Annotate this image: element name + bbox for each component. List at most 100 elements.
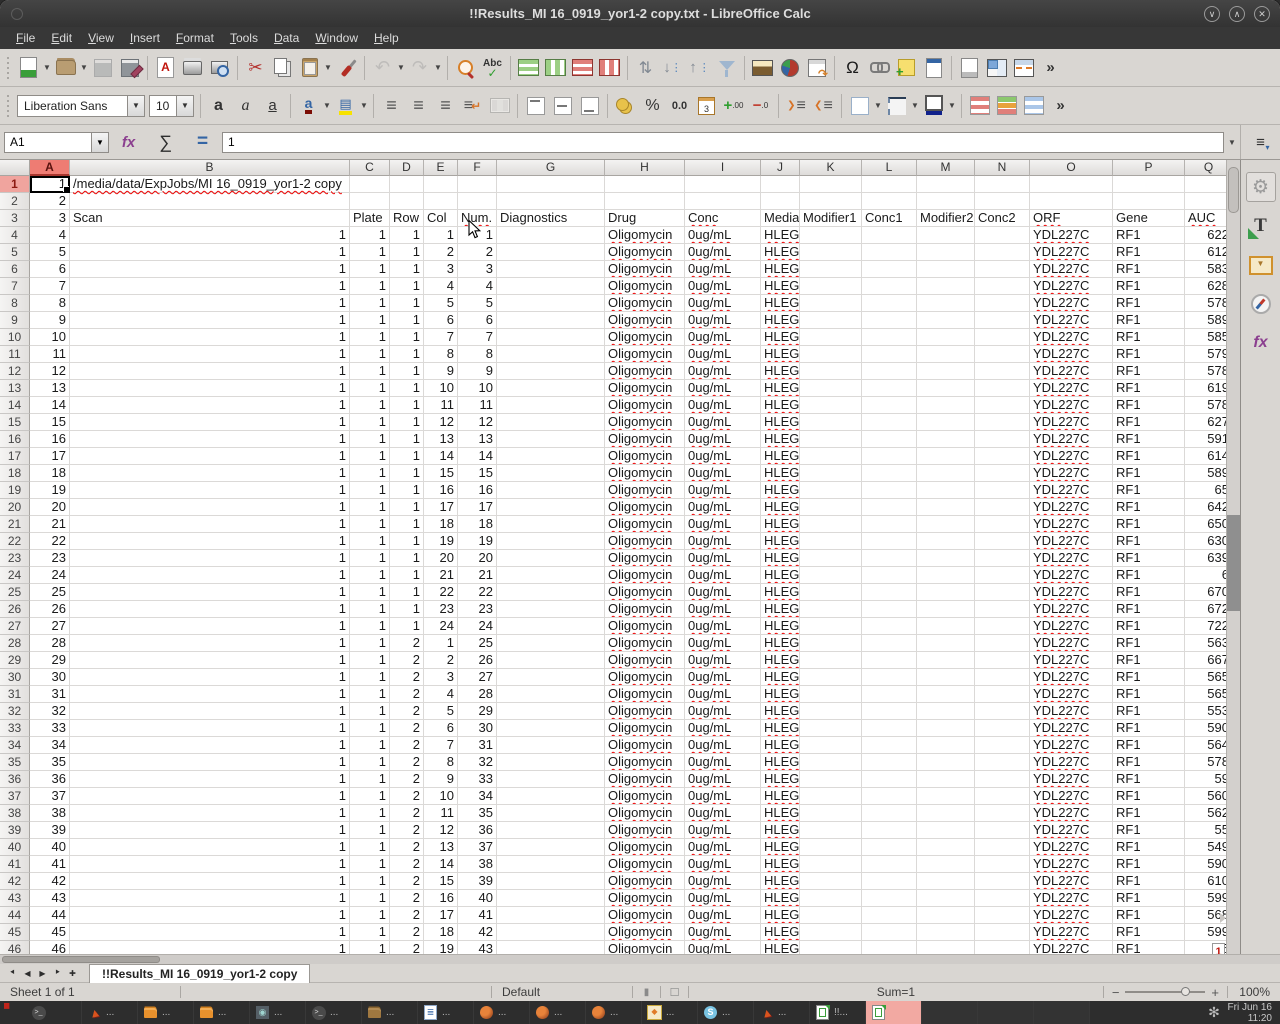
cell-D5[interactable]: 1 [390, 244, 424, 261]
cell-C28[interactable]: 1 [350, 635, 390, 652]
cell-J21[interactable]: HLEG [761, 516, 800, 533]
cell-H26[interactable]: Oligomycin [605, 601, 685, 618]
cell-L28[interactable] [862, 635, 917, 652]
cell-J35[interactable]: HLEG [761, 754, 800, 771]
cell-L35[interactable] [862, 754, 917, 771]
cell-C21[interactable]: 1 [350, 516, 390, 533]
cell-M18[interactable] [917, 465, 975, 482]
cell-I36[interactable]: 0ug/mL [685, 771, 761, 788]
cell-A46[interactable]: 46 [30, 941, 70, 954]
cell-F23[interactable]: 20 [458, 550, 497, 567]
cell-G19[interactable] [497, 482, 605, 499]
cell-K34[interactable] [800, 737, 862, 754]
cell-M46[interactable] [917, 941, 975, 954]
cell-D10[interactable]: 1 [390, 329, 424, 346]
cell-P35[interactable]: RF1 [1113, 754, 1185, 771]
cell-E39[interactable]: 12 [424, 822, 458, 839]
cell-C41[interactable]: 1 [350, 856, 390, 873]
cell-P20[interactable]: RF1 [1113, 499, 1185, 516]
cell-I44[interactable]: 0ug/mL [685, 907, 761, 924]
cell-C12[interactable]: 1 [350, 363, 390, 380]
cell-B4[interactable]: 1 [70, 227, 350, 244]
cell-M33[interactable] [917, 720, 975, 737]
cell-E1[interactable] [424, 176, 458, 193]
row-header-28[interactable]: 28 [0, 635, 30, 652]
cell-B22[interactable]: 1 [70, 533, 350, 550]
row-header-29[interactable]: 29 [0, 652, 30, 669]
first-sheet-icon[interactable]: ⯇ [6, 968, 19, 978]
cell-O39[interactable]: YDL227C [1030, 822, 1113, 839]
cell-K5[interactable] [800, 244, 862, 261]
cell-O22[interactable]: YDL227C [1030, 533, 1113, 550]
cell-A21[interactable]: 21 [30, 516, 70, 533]
row-header-16[interactable]: 16 [0, 431, 30, 448]
cell-H7[interactable]: Oligomycin [605, 278, 685, 295]
cell-F31[interactable]: 28 [458, 686, 497, 703]
cell-K2[interactable] [800, 193, 862, 210]
cell-H38[interactable]: Oligomycin [605, 805, 685, 822]
menu-window[interactable]: Window [307, 29, 366, 47]
cell-O7[interactable]: YDL227C [1030, 278, 1113, 295]
cell-O11[interactable]: YDL227C [1030, 346, 1113, 363]
cell-B39[interactable]: 1 [70, 822, 350, 839]
cell-O33[interactable]: YDL227C [1030, 720, 1113, 737]
cell-A12[interactable]: 12 [30, 363, 70, 380]
row-header-4[interactable]: 4 [0, 227, 30, 244]
taskbar-item-calc[interactable] [866, 1001, 922, 1024]
cell-G37[interactable] [497, 788, 605, 805]
cell-N32[interactable] [975, 703, 1030, 720]
cell-P41[interactable]: RF1 [1113, 856, 1185, 873]
cell-Q38[interactable]: 562 [1185, 805, 1226, 822]
cell-G26[interactable] [497, 601, 605, 618]
cell-K16[interactable] [800, 431, 862, 448]
cell-E25[interactable]: 22 [424, 584, 458, 601]
redo-icon[interactable] [406, 55, 433, 81]
cell-K7[interactable] [800, 278, 862, 295]
cell-H17[interactable]: Oligomycin [605, 448, 685, 465]
navigator-icon[interactable] [1246, 289, 1276, 319]
cell-I31[interactable]: 0ug/mL [685, 686, 761, 703]
cell-N8[interactable] [975, 295, 1030, 312]
cell-I34[interactable]: 0ug/mL [685, 737, 761, 754]
cell-G10[interactable] [497, 329, 605, 346]
cell-A8[interactable]: 8 [30, 295, 70, 312]
cell-M27[interactable] [917, 618, 975, 635]
cell-A33[interactable]: 33 [30, 720, 70, 737]
cell-F7[interactable]: 4 [458, 278, 497, 295]
cell-A25[interactable]: 25 [30, 584, 70, 601]
cell-G41[interactable] [497, 856, 605, 873]
cell-P10[interactable]: RF1 [1113, 329, 1185, 346]
cell-G27[interactable] [497, 618, 605, 635]
headers-footers-icon[interactable] [920, 55, 947, 81]
cell-I2[interactable] [685, 193, 761, 210]
cell-O45[interactable]: YDL227C [1030, 924, 1113, 941]
column-header-C[interactable]: C [350, 160, 390, 176]
cell-N3[interactable]: Conc2 [975, 210, 1030, 227]
cell-G45[interactable] [497, 924, 605, 941]
cut-icon[interactable] [242, 55, 269, 81]
cell-M29[interactable] [917, 652, 975, 669]
cell-L36[interactable] [862, 771, 917, 788]
cell-M34[interactable] [917, 737, 975, 754]
delete-column-icon[interactable] [596, 55, 623, 81]
cell-L20[interactable] [862, 499, 917, 516]
cell-M31[interactable] [917, 686, 975, 703]
cell-J11[interactable]: HLEG [761, 346, 800, 363]
cell-Q42[interactable]: 610 [1185, 873, 1226, 890]
cell-F11[interactable]: 8 [458, 346, 497, 363]
cell-K37[interactable] [800, 788, 862, 805]
chevron-down-icon[interactable]: ▼ [42, 55, 52, 81]
cell-F43[interactable]: 40 [458, 890, 497, 907]
cell-M28[interactable] [917, 635, 975, 652]
taskbar-item-draw-app[interactable]: ... [642, 1001, 698, 1024]
cell-C43[interactable]: 1 [350, 890, 390, 907]
cell-E14[interactable]: 11 [424, 397, 458, 414]
cell-N27[interactable] [975, 618, 1030, 635]
cell-K11[interactable] [800, 346, 862, 363]
cell-M4[interactable] [917, 227, 975, 244]
cell-F6[interactable]: 3 [458, 261, 497, 278]
cell-N6[interactable] [975, 261, 1030, 278]
cell-K12[interactable] [800, 363, 862, 380]
chevron-down-icon[interactable]: ▼ [79, 55, 89, 81]
horizontal-scrollbar[interactable] [0, 954, 1280, 964]
